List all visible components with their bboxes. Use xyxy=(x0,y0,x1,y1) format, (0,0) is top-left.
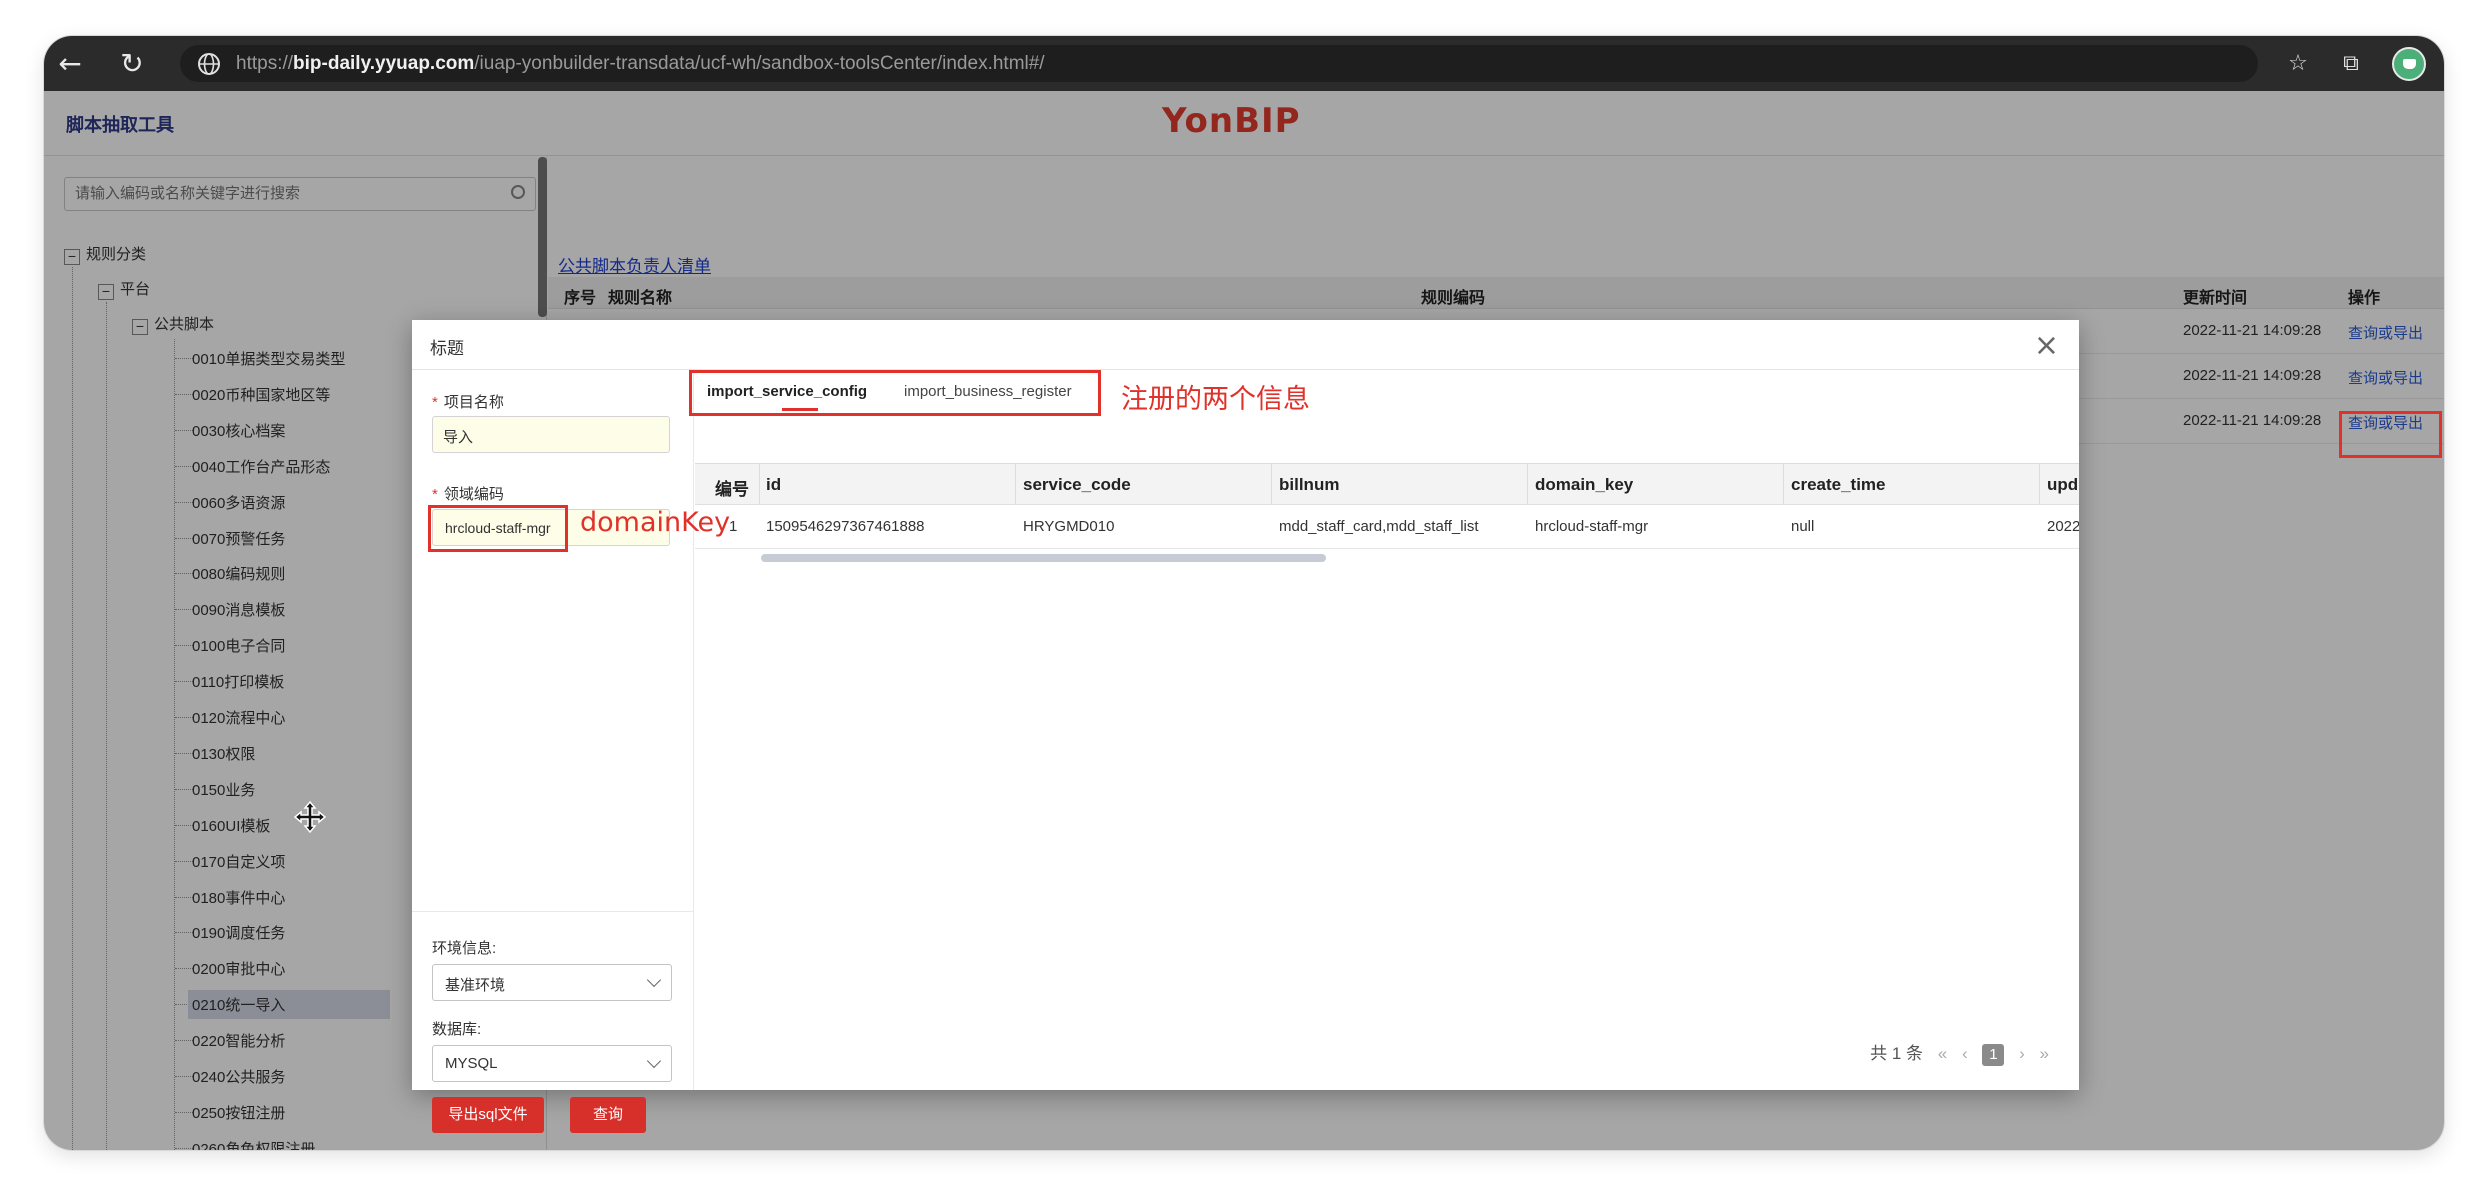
export-sql-button[interactable]: 导出sql文件 xyxy=(432,1097,544,1133)
chevron-down-icon xyxy=(646,1053,662,1069)
project-name-label: * 项目名称 xyxy=(432,394,504,411)
grid-col-id: id xyxy=(766,475,782,494)
cell-create-time: null xyxy=(1791,518,1815,535)
pagination: 共 1 条 « ‹ 1 › » xyxy=(1870,1039,2049,1066)
cell-update-time: 2022 xyxy=(2047,518,2079,535)
browser-window: ← ↻ https://bip-daily.yyuap.com/iuap-yon… xyxy=(44,36,2444,1150)
form-divider xyxy=(412,911,694,912)
cell-service-code: HRYGMD010 xyxy=(1023,518,1115,535)
result-tabs: import_service_config import_business_re… xyxy=(689,370,2079,416)
modal-header: 标题 × xyxy=(412,320,2079,370)
project-name-field[interactable]: 导入 xyxy=(432,416,670,453)
profile-icon[interactable] xyxy=(2392,47,2426,81)
favorites-icon[interactable]: ☆ xyxy=(2283,49,2313,79)
pager-current-page[interactable]: 1 xyxy=(1982,1044,2005,1066)
url-text[interactable]: https://bip-daily.yyuap.com/iuap-yonbuil… xyxy=(236,53,1045,75)
refresh-icon[interactable]: ↻ xyxy=(114,46,150,82)
col-separator xyxy=(2039,464,2040,504)
env-select[interactable]: 基准环境 xyxy=(432,964,672,1001)
grid-col-domain-key: domain_key xyxy=(1535,475,1634,494)
cell-id: 1509546297367461888 xyxy=(766,518,925,535)
grid-col-create-time: create_time xyxy=(1791,475,1886,494)
grid-col-service-code: service_code xyxy=(1023,475,1131,494)
result-grid-header: 编号 id service_code billnum domain_key cr… xyxy=(695,463,2079,505)
query-button[interactable]: 查询 xyxy=(570,1097,646,1133)
cell-domain-key: hrcloud-staff-mgr xyxy=(1535,518,1649,535)
grid-horizontal-scrollbar[interactable] xyxy=(761,554,1326,562)
col-separator xyxy=(1271,464,1272,504)
col-separator xyxy=(1527,464,1528,504)
address-bar[interactable]: https://bip-daily.yyuap.com/iuap-yonbuil… xyxy=(180,45,2258,82)
annotation-two-registrations: 注册的两个信息 xyxy=(1121,384,1310,415)
modal-title: 标题 xyxy=(430,339,464,358)
domain-code-label: * 领域编码 xyxy=(432,486,504,503)
db-select[interactable]: MYSQL xyxy=(432,1045,672,1082)
query-modal: 标题 × * 项目名称 导入 * 领域编码 hrcloud-staff-mgr do… xyxy=(412,320,2079,1133)
cell-no: 1 xyxy=(729,518,738,535)
back-icon[interactable]: ← xyxy=(52,46,88,82)
collections-icon[interactable]: ⧉ xyxy=(2336,49,2366,79)
col-separator xyxy=(1015,464,1016,504)
modal-result-pane: import_service_config import_business_re… xyxy=(689,370,2079,1090)
env-label: 环境信息: xyxy=(432,940,497,957)
col-separator xyxy=(759,464,760,504)
pager-first-icon[interactable]: « xyxy=(1938,1044,1947,1064)
globe-icon xyxy=(198,53,220,75)
pager-total: 共 1 条 xyxy=(1870,1044,1924,1063)
annotation-highlight-tabs xyxy=(689,370,1101,416)
modal-form-pane: * 项目名称 导入 * 领域编码 hrcloud-staff-mgr domainK… xyxy=(412,371,730,1133)
col-separator xyxy=(1783,464,1784,504)
grid-col-no: 编号 xyxy=(715,480,749,499)
annotation-highlight-domain xyxy=(428,505,568,552)
pager-next-icon[interactable]: › xyxy=(2019,1044,2025,1064)
chevron-down-icon xyxy=(646,972,662,988)
grid-col-billnum: billnum xyxy=(1279,475,1340,494)
annotation-highlight-action xyxy=(2339,411,2442,458)
close-icon[interactable]: × xyxy=(2034,328,2059,363)
browser-toolbar: ← ↻ https://bip-daily.yyuap.com/iuap-yon… xyxy=(44,36,2444,91)
cell-billnum: mdd_staff_card,mdd_staff_list xyxy=(1279,518,1479,535)
move-cursor-icon xyxy=(293,800,327,834)
result-grid-row[interactable]: 1 1509546297367461888 HRYGMD010 mdd_staf… xyxy=(695,505,2079,549)
pager-last-icon[interactable]: » xyxy=(2040,1044,2049,1064)
db-label: 数据库: xyxy=(432,1021,482,1038)
pager-prev-icon[interactable]: ‹ xyxy=(1962,1044,1968,1064)
grid-col-update-time: upd xyxy=(2047,475,2079,494)
